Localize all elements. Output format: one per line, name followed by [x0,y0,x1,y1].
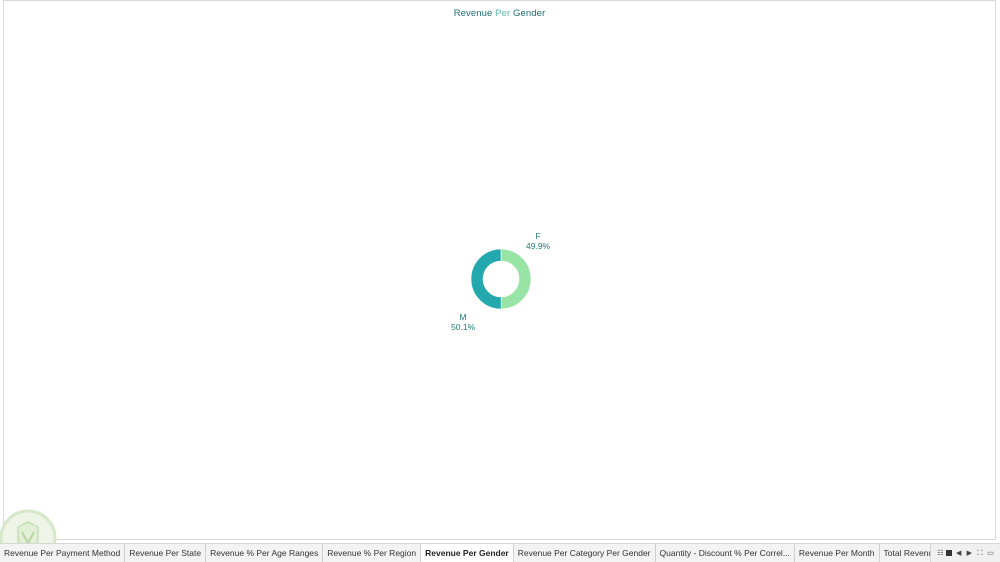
tab-label: Quantity - Discount % Per Correl... [659,548,790,558]
donut-slice-m[interactable] [470,248,502,310]
sheet-tab-bar: Revenue Per Payment Method Revenue Per St… [0,543,1000,562]
tab-label: Revenue Per Category Per Gender [517,548,651,558]
filmstrip-icon[interactable] [946,550,953,556]
tab-revenue-per-age-ranges[interactable]: Revenue % Per Age Ranges [206,544,324,562]
tab-label: Revenue % Per Age Ranges [210,548,319,558]
next-sheet-icon[interactable]: ▶ [965,549,974,558]
prev-sheet-icon[interactable]: ◀ [954,549,963,558]
slice-label-m-category: M [459,312,467,322]
tab-label: Revenue Per Month [798,548,875,558]
gender-donut-chart [470,248,532,310]
tab-bar-controls: ☷ ◀ ▶ ⛶ ▭ [930,544,1000,562]
tab-label: Revenue Per Gender [425,548,509,558]
tab-label: Revenue Per Payment Method [4,548,121,558]
donut-slice-f[interactable] [500,248,532,310]
slice-label-m: M 50.1% [451,312,475,332]
tab-quantity-discount-per-correl[interactable]: Quantity - Discount % Per Correl... [655,544,795,562]
slice-label-f-value: 49.9% [526,241,551,251]
show-sheets-icon[interactable]: ☷ [936,549,945,558]
tab-revenue-per-month[interactable]: Revenue Per Month [794,544,880,562]
slice-label-f-category: F [535,231,541,241]
tab-revenue-per-gender[interactable]: Revenue Per Gender [421,544,514,562]
present-icon[interactable]: ▭ [986,549,995,558]
fullscreen-icon[interactable]: ⛶ [975,549,984,558]
worksheet-canvas: Revenue Per Gender F 49.9% M 50.1% [3,0,996,540]
tab-revenue-per-category-per-gender[interactable]: Revenue Per Category Per Gender [513,544,656,562]
slice-label-m-value: 50.1% [451,322,476,332]
tab-revenue-per-payment-method[interactable]: Revenue Per Payment Method [0,544,126,562]
tab-revenue-per-state[interactable]: Revenue Per State [125,544,207,562]
tab-revenue-per-region[interactable]: Revenue % Per Region [323,544,422,562]
tab-label: Revenue Per State [129,548,202,558]
slice-label-f: F 49.9% [526,231,550,251]
tab-label: Revenue % Per Region [327,548,417,558]
